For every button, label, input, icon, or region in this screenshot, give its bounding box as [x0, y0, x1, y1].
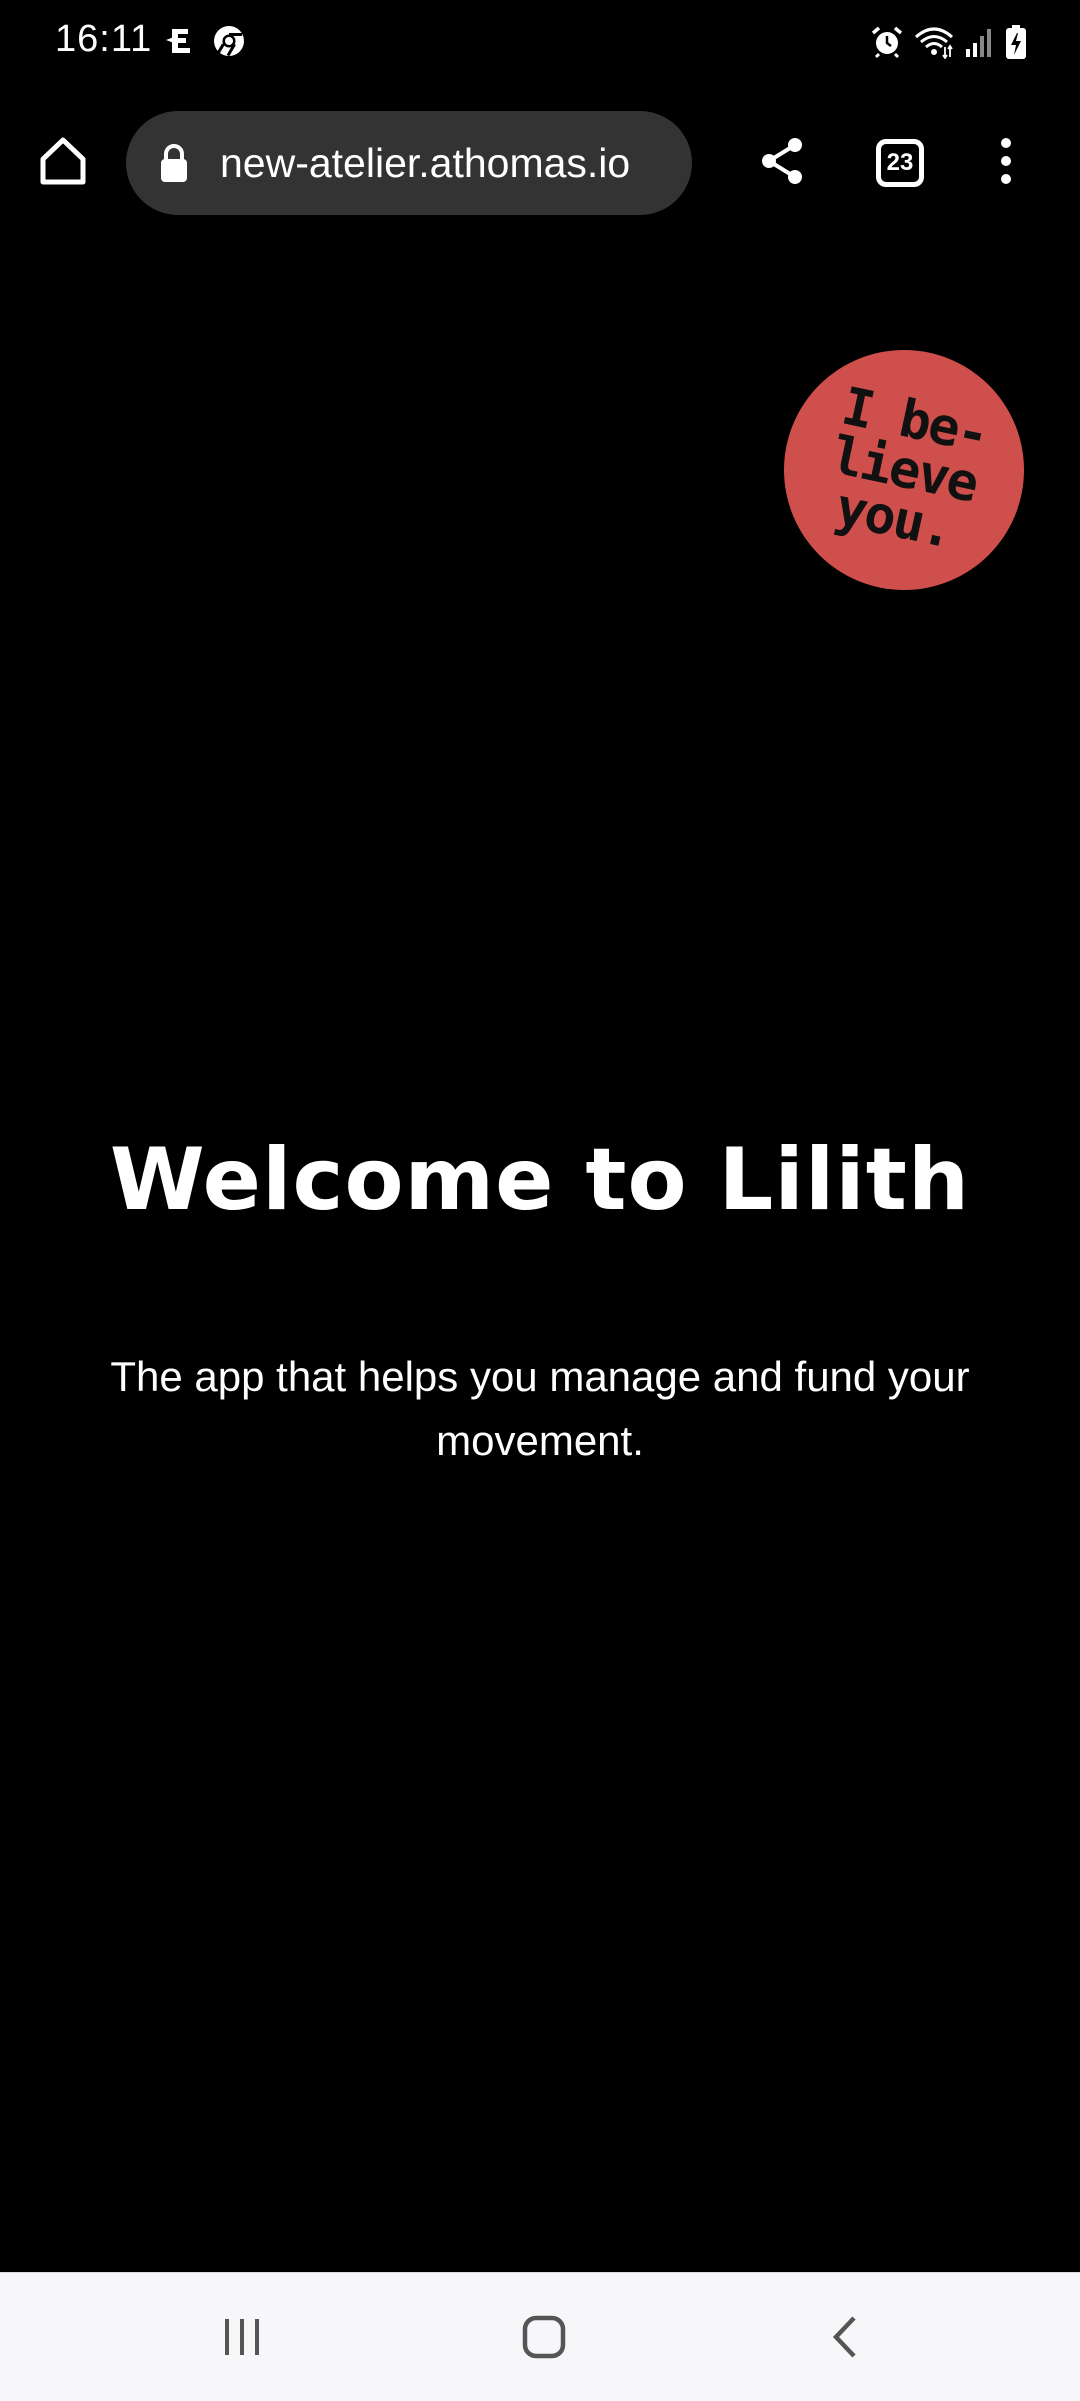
home-nav-button[interactable]	[514, 2313, 574, 2365]
share-icon	[757, 135, 809, 192]
believe-badge: I be- lieve you.	[784, 350, 1024, 590]
system-nav-bar	[0, 2272, 1080, 2401]
alarm-icon	[870, 25, 904, 59]
lock-icon	[158, 142, 190, 189]
tab-count: 23	[886, 149, 914, 176]
recent-apps-button[interactable]	[212, 2313, 272, 2365]
recent-apps-icon	[220, 2315, 264, 2364]
more-vert-icon	[996, 136, 1016, 191]
home-nav-icon	[520, 2313, 568, 2366]
url-bar[interactable]: new-atelier.athomas.io	[126, 111, 692, 215]
status-left-icons	[164, 24, 246, 58]
page-title: Welcome to Lilith	[109, 1130, 971, 1230]
status-right-icons	[870, 24, 1028, 60]
notification-icon	[164, 24, 198, 58]
back-button[interactable]	[816, 2313, 876, 2365]
share-button[interactable]	[752, 132, 814, 194]
status-time: 16:11	[55, 18, 153, 60]
menu-button[interactable]	[986, 132, 1026, 194]
wifi-icon	[914, 25, 954, 59]
page-subtitle: The app that helps you manage and fund y…	[110, 1353, 970, 1464]
home-button[interactable]	[32, 132, 94, 194]
url-text: new-atelier.athomas.io	[220, 140, 631, 186]
chrome-icon	[212, 24, 246, 58]
back-icon	[824, 2313, 868, 2366]
badge-text: I be- lieve you.	[826, 376, 993, 561]
battery-charging-icon	[1004, 24, 1028, 60]
browser-toolbar: new-atelier.athomas.io 23	[0, 88, 1080, 238]
tabs-button[interactable]: 23	[876, 139, 924, 187]
signal-icon	[964, 25, 994, 59]
status-bar: 16:11	[0, 0, 1080, 88]
home-icon	[35, 133, 91, 194]
